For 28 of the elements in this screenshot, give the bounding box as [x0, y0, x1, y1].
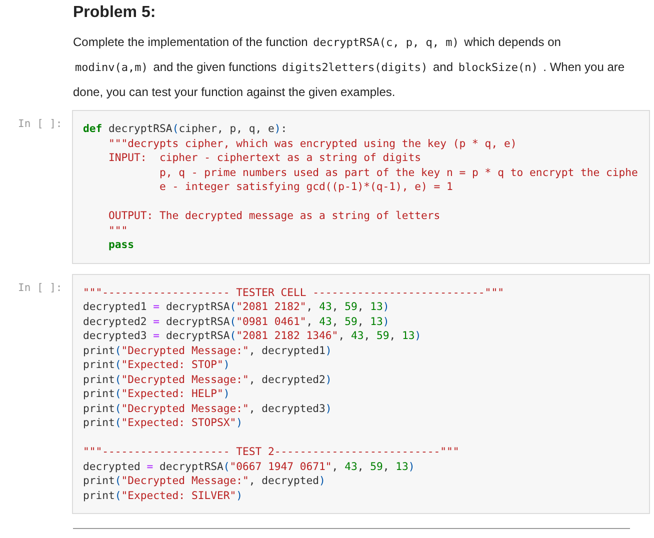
code-cell[interactable]: [72, 110, 650, 264]
code-line: e - integer satisfying gcd((p-1)*(q-1), e) = 1: [158, 180, 453, 194]
code-line: """decrypts cipher, which was encrypted using the key (p * q, e): [108, 136, 517, 151]
code-line: print("Decrypted Message:", decrypted2): [83, 372, 332, 387]
code-cell[interactable]: [72, 274, 650, 514]
code-line: INPUT: cipher - ciphertext as a string of digits: [108, 151, 422, 166]
code-line: """: [108, 224, 128, 238]
code-line: decrypted2 = decryptRSA("0981 0461", 43, 59, 13): [83, 314, 390, 329]
cell-prompt: In [ ]:: [18, 117, 64, 130]
code-line: print("Expected: STOP"): [83, 358, 230, 372]
code-line: print("Expected: HELP"): [83, 387, 230, 402]
code-line: decrypted = decryptRSA("0667 1947 0671", 43, 59, 13): [83, 460, 415, 474]
code-line: p, q - prime numbers used as part of the key n = p * q to encrypt the ciphe: [158, 166, 638, 180]
code-line: def decryptRSA(cipher, p, q, e):: [83, 122, 288, 136]
code-line: pass: [108, 238, 134, 252]
problem-heading: Problem 5:: [73, 3, 157, 23]
code-line: print("Decrypted Message:", decrypted1): [83, 344, 332, 358]
code-line: decrypted3 = decryptRSA("2081 2182 1346", 43, 59, 13): [83, 329, 422, 344]
code-line: print("Expected: SILVER"): [83, 488, 242, 503]
code-line: OUTPUT: The decrypted message as a string of letters: [108, 209, 440, 224]
code-line: print("Decrypted Message:", decrypted3): [83, 402, 332, 416]
code-line: decrypted1 = decryptRSA("2081 2182", 43, 59, 13): [83, 300, 390, 314]
code-line: """-------------------- TESTER CELL ---------------------------""": [83, 286, 504, 300]
cell-prompt: In [ ]:: [18, 280, 64, 294]
code-line: """-------------------- TEST 2--------------------------""": [83, 445, 460, 460]
instructions-paragraph: Complete the implementation of the function decryptRSA(c, p, q, m) which depends on modinv(a,m) and the given functions digits2letters(digits) and blockSize(n) . When you are done, you can test your function against the given examples.: [73, 34, 626, 101]
code-line: print("Decrypted Message:", decrypted): [83, 474, 326, 488]
code-line: print("Expected: STOPSX"): [83, 416, 242, 430]
